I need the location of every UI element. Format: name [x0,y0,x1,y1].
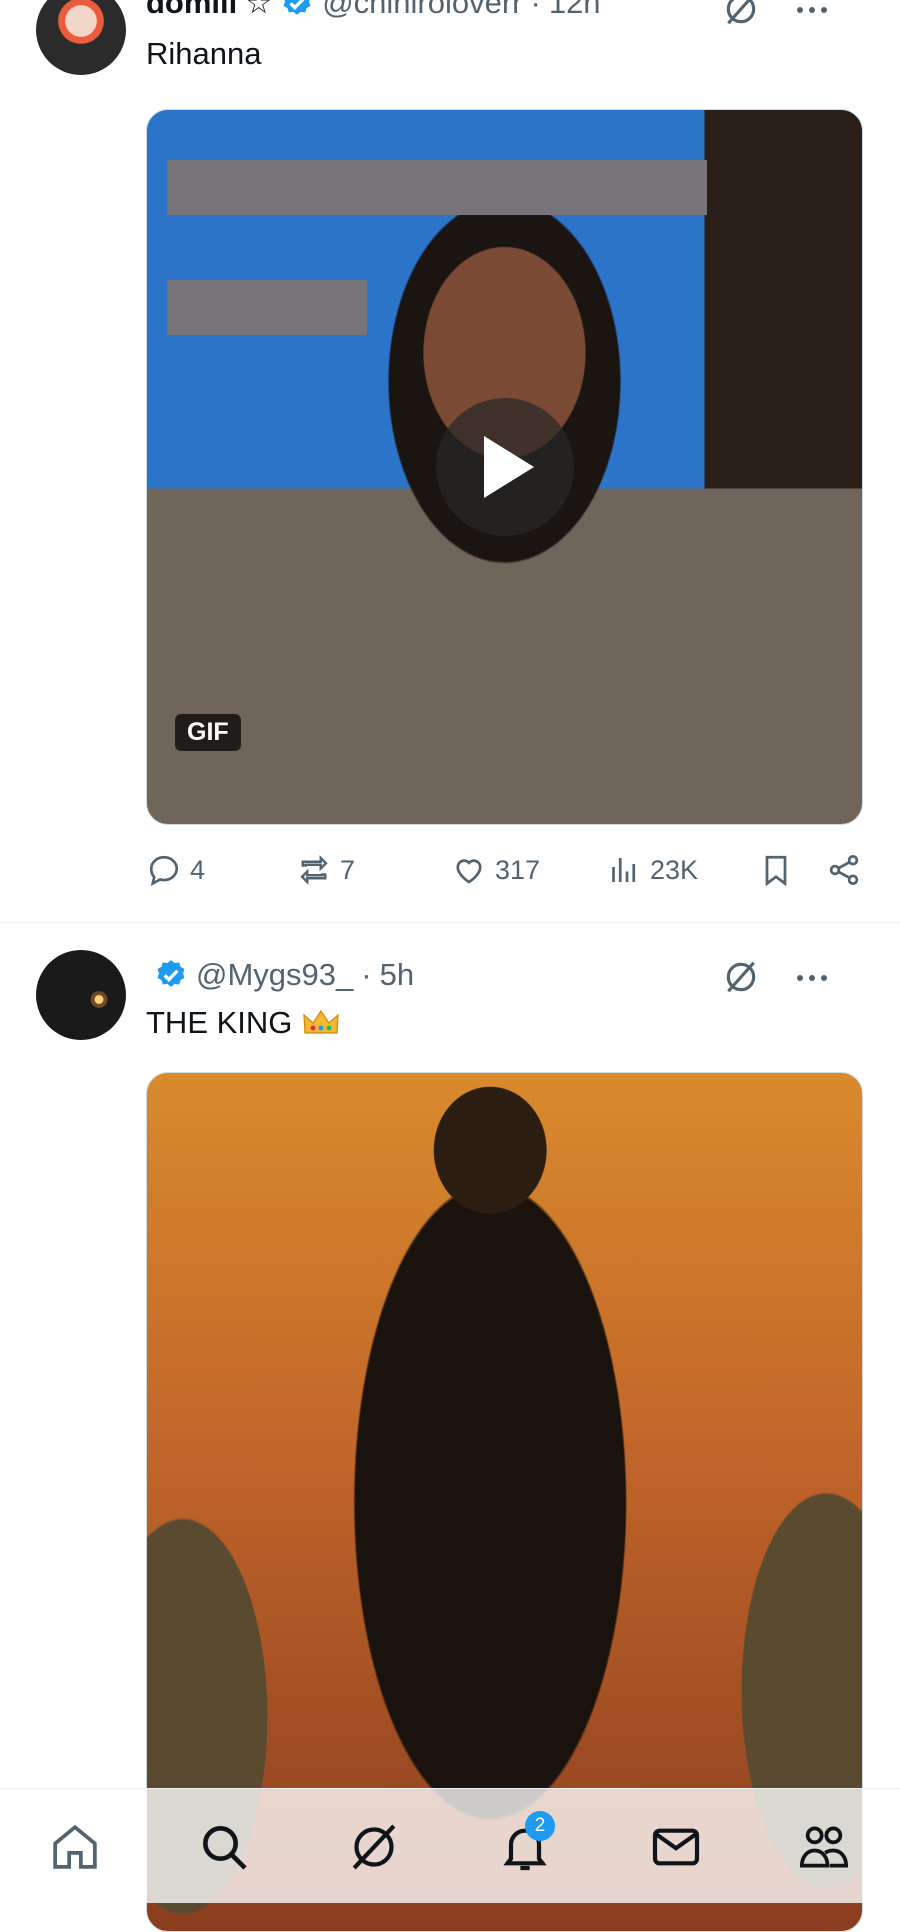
play-button[interactable] [436,398,574,536]
heart-icon [456,859,482,884]
messages-icon [652,1828,700,1866]
bookmark-button[interactable] [758,852,794,888]
crown-emoji-icon [303,1009,339,1034]
timestamp[interactable]: 12h [549,0,601,21]
handle[interactable]: @Mygs93_ [196,957,353,993]
bookmark-icon [765,855,787,887]
reply-icon [149,855,179,887]
nav-messages[interactable] [648,1819,704,1875]
handle[interactable]: @chihiroloverr [322,0,522,21]
search-icon [203,1826,247,1870]
view-count: 23K [650,854,699,885]
more-options-icon[interactable] [792,0,832,20]
like-count: 317 [495,854,541,885]
avatar[interactable] [36,0,126,75]
grok-icon[interactable] [722,958,760,996]
repost-icon [300,855,328,885]
repost-button[interactable]: 7 [296,852,355,888]
communities-icon [799,1826,849,1868]
nav-search[interactable] [196,1819,252,1875]
share-button[interactable] [826,852,862,888]
verified-badge-icon [157,960,185,987]
nav-home[interactable] [47,1819,103,1875]
tweet[interactable]: domiii ☆ @chihiroloverr · 12h Rihanna GI… [0,0,900,923]
grok-icon[interactable] [722,0,760,28]
tweet[interactable]: @Mygs93_ · 5h THE KING [0,923,900,1932]
like-button[interactable]: 317 [451,852,540,888]
display-name[interactable]: domiii [146,0,237,21]
analytics-icon [612,858,636,882]
gif-badge: GIF [175,714,241,751]
home-icon [53,1824,97,1869]
play-icon [484,436,534,498]
notifications-badge: 2 [525,1811,555,1841]
views-button[interactable]: 23K [606,852,698,888]
nav-notifications[interactable]: 2 [497,1811,555,1875]
tweet-text: Rihanna [146,36,262,71]
timeline-feed: domiii ☆ @chihiroloverr · 12h Rihanna GI… [0,0,900,1932]
tweet-header: domiii ☆ @chihiroloverr · 12h [146,0,601,23]
share-icon [829,855,859,885]
reply-button[interactable]: 4 [146,852,205,888]
verified-badge-icon [283,0,311,15]
tweet-text-row: THE KING [146,1005,341,1041]
nav-grok[interactable] [346,1819,402,1875]
bottom-nav: 2 [0,1788,900,1903]
tweet-text: THE KING [146,1005,293,1040]
star-icon: ☆ [245,0,273,20]
avatar[interactable] [36,950,126,1040]
separator: · [361,957,372,992]
repost-count: 7 [340,854,356,885]
nav-communities[interactable] [796,1819,852,1875]
tweet-actions: 4 7 317 23K [146,852,866,892]
timestamp[interactable]: 5h [380,957,414,993]
tweet-media-gif[interactable]: GIF [146,109,863,825]
tweet-header: @Mygs93_ · 5h [146,955,414,995]
more-options-icon[interactable] [792,968,832,988]
separator: · [530,0,541,20]
reply-count: 4 [190,854,206,885]
grok-icon [352,1824,396,1870]
